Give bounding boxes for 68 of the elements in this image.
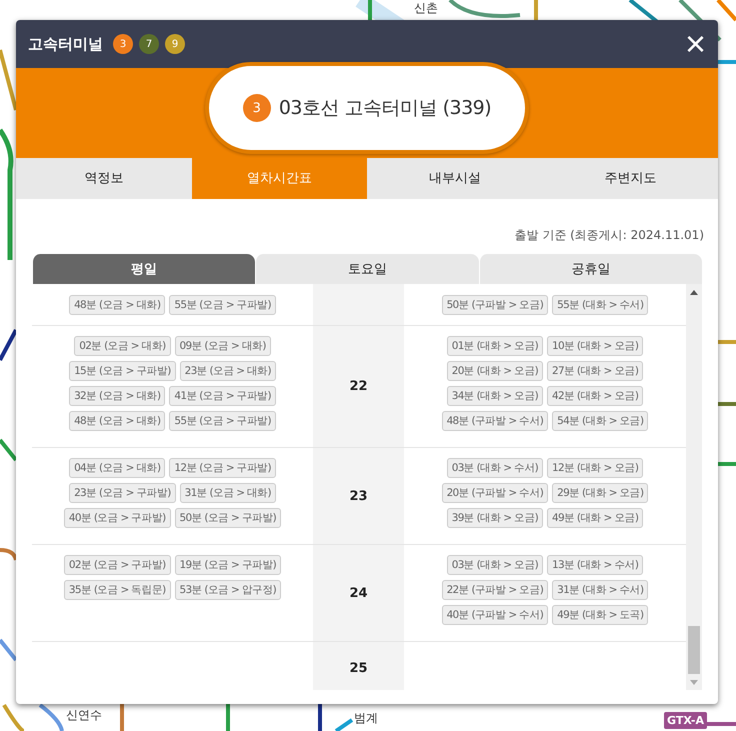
train-time: 34분 (대화 > 오금) <box>446 386 543 406</box>
train-time: 29분 (대화 > 오금) <box>552 483 648 503</box>
station-name: 03호선 고속터미널 (339) <box>278 96 492 121</box>
train-time: 23분 (오금 > 구파발) <box>69 483 176 503</box>
timetable-note: 출발 기준 (최종게시: 2024.11.01) <box>514 227 704 244</box>
tab[interactable]: 내부시설 <box>367 157 542 199</box>
day-tab[interactable]: 토요일 <box>255 254 479 284</box>
train-time: 55분 (오금 > 구파발) <box>169 294 276 314</box>
window-title: 고속터미널 <box>28 34 103 54</box>
hour-label: 23 <box>349 488 368 504</box>
close-button[interactable]: × <box>682 26 708 62</box>
train-time: 03분 (대화 > 오금) <box>446 555 543 575</box>
scroll-up-icon[interactable] <box>690 290 698 295</box>
train-time: 55분 (대화 > 수서) <box>552 294 648 314</box>
station-label: 신연수 <box>66 708 102 723</box>
tab[interactable]: 역정보 <box>16 157 192 199</box>
scrollbar[interactable] <box>686 284 702 690</box>
train-time: 48분 (오금 > 대화) <box>69 411 166 431</box>
train-time: 20분 (구파발 > 수서) <box>442 483 548 503</box>
train-time: 49분 (대화 > 도곡) <box>552 605 648 625</box>
train-time: 13분 (대화 > 수서) <box>547 555 644 575</box>
train-time: 03분 (대화 > 수서) <box>446 458 543 478</box>
train-time: 42분 (대화 > 오금) <box>547 386 644 406</box>
day-tab[interactable]: 평일 <box>32 254 256 284</box>
hour-label: 25 <box>349 660 368 676</box>
train-time: 31분 (대화 > 수서) <box>552 580 648 600</box>
tab[interactable]: 주변지도 <box>542 157 718 199</box>
train-time: 04분 (오금 > 대화) <box>69 458 166 478</box>
train-time: 02분 (오금 > 대화) <box>74 336 170 356</box>
line-badge: 7 <box>139 34 159 54</box>
train-time: 01분 (대화 > 오금) <box>446 336 543 356</box>
train-time: 02분 (오금 > 구파발) <box>64 555 170 575</box>
train-time: 20분 (대화 > 오금) <box>446 361 543 381</box>
train-time: 15분 (오금 > 구파발) <box>69 361 176 381</box>
scroll-thumb[interactable] <box>688 626 700 674</box>
train-time: 12분 (대화 > 오금) <box>547 458 644 478</box>
train-time: 55분 (오금 > 구파발) <box>169 411 276 431</box>
train-time: 40분 (오금 > 구파발) <box>64 508 170 528</box>
train-time: 48분 (구파발 > 수서) <box>442 411 548 431</box>
train-time: 12분 (오금 > 구파발) <box>169 458 276 478</box>
train-time: 31분 (오금 > 대화) <box>180 483 276 503</box>
train-time: 39분 (대화 > 오금) <box>446 508 543 528</box>
train-time: 09분 (오금 > 대화) <box>174 336 271 356</box>
train-time: 49분 (대화 > 오금) <box>547 508 644 528</box>
train-time: 50분 (오금 > 구파발) <box>174 508 282 528</box>
day-tab[interactable]: 공휴일 <box>478 254 702 284</box>
line-badge: GTX-A <box>664 712 708 729</box>
train-time: 27분 (대화 > 오금) <box>547 361 644 381</box>
train-time: 32분 (오금 > 대화) <box>69 386 166 406</box>
train-time: 41분 (오금 > 구파발) <box>169 386 276 406</box>
train-time: 35분 (오금 > 독립문) <box>64 580 170 600</box>
train-time: 10분 (대화 > 오금) <box>547 336 644 356</box>
line-badge: 3 <box>242 94 271 122</box>
hour-label: 24 <box>349 586 368 600</box>
train-time: 53분 (오금 > 압구정) <box>174 580 282 600</box>
line-badge: 3 <box>113 34 133 54</box>
train-time: 23분 (오금 > 대화) <box>180 361 276 381</box>
line-badge: 9 <box>165 34 185 54</box>
hour-label: 22 <box>349 379 368 394</box>
train-time: 48분 (오금 > 대화) <box>69 294 166 314</box>
scroll-down-icon[interactable] <box>690 680 698 685</box>
train-time: 54분 (대화 > 오금) <box>552 411 648 431</box>
train-time: 19분 (오금 > 구파발) <box>174 555 282 575</box>
train-time: 22분 (구파발 > 오금) <box>442 580 548 600</box>
train-time: 50분 (구파발 > 오금) <box>442 294 548 314</box>
station-label: 신촌 <box>414 1 438 16</box>
train-time: 40분 (구파발 > 수서) <box>442 605 548 625</box>
station-label: 범계 <box>354 711 378 726</box>
